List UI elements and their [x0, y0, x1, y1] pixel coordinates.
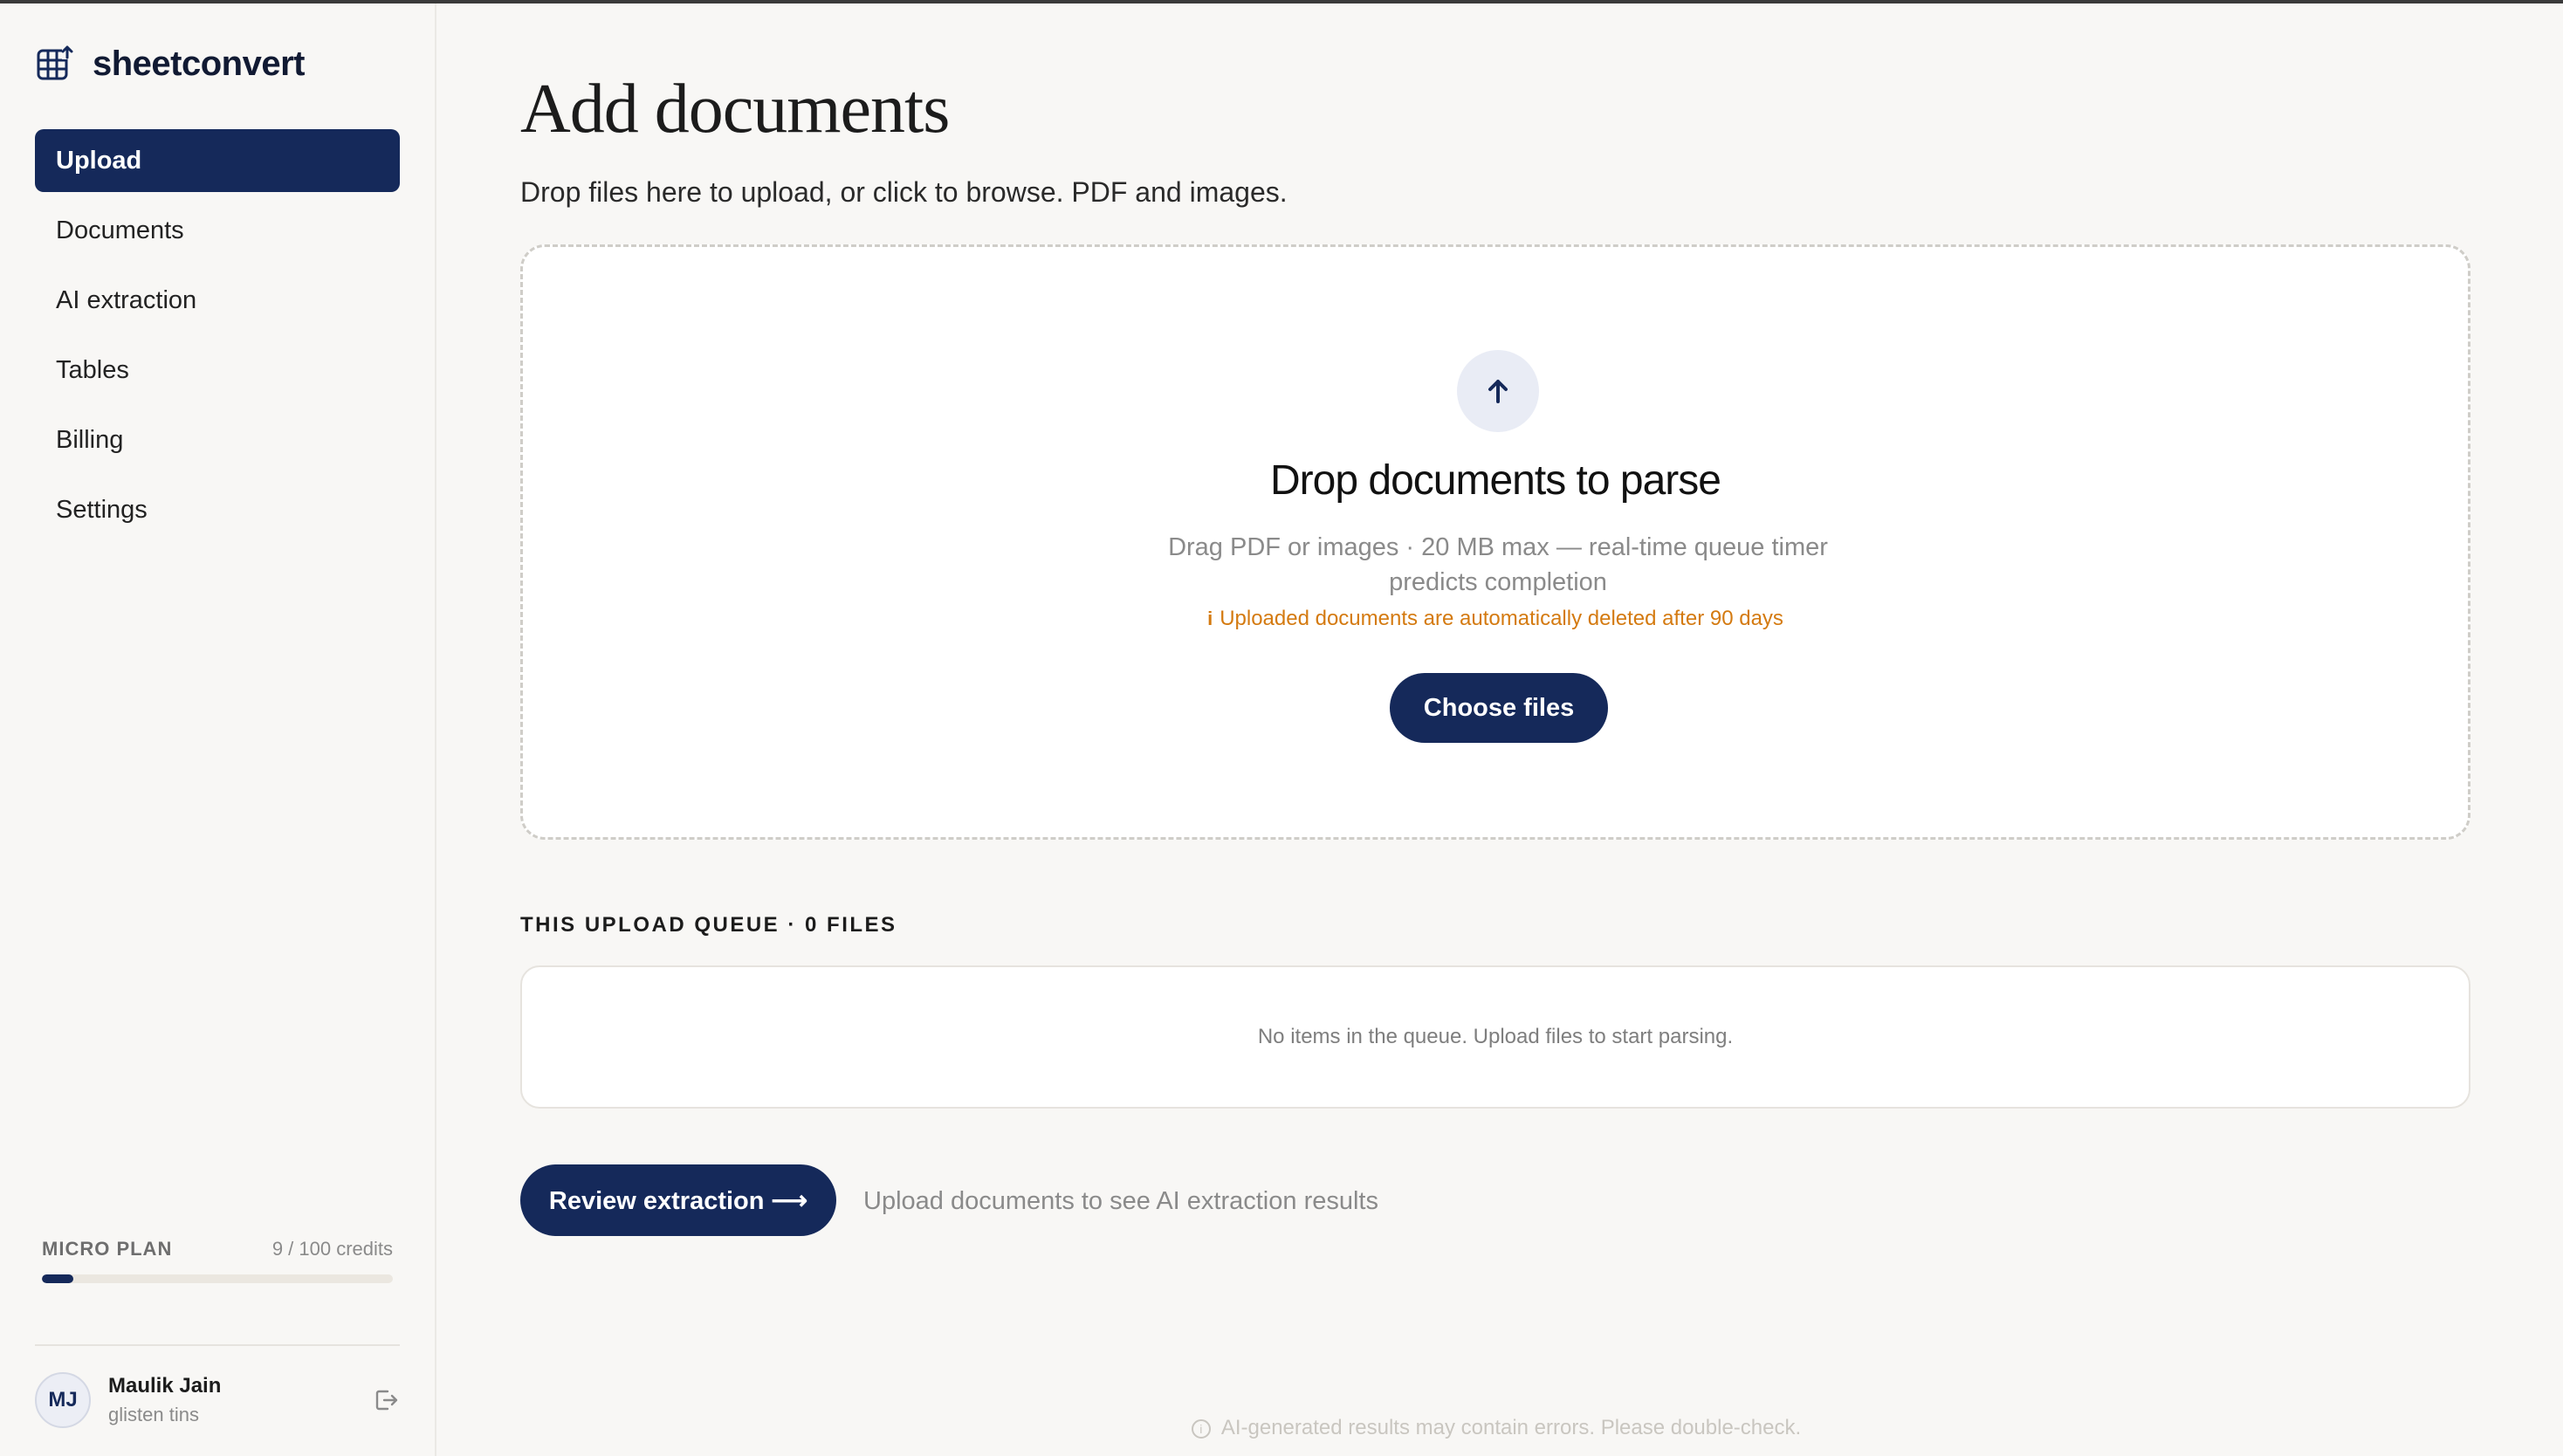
dropzone-description: Drag PDF or images · 20 MB max — real-ti…: [1168, 533, 1828, 596]
info-circle-icon: i: [1191, 1419, 1211, 1439]
page-subtitle: Drop files here to upload, or click to b…: [520, 176, 1288, 208]
sidebar-item-upload[interactable]: Upload: [35, 129, 400, 192]
dropzone-title: Drop documents to parse: [1270, 457, 1721, 504]
sidebar-nav: Upload Documents AI extraction Tables Bi…: [35, 129, 400, 548]
info-icon: i: [1207, 608, 1213, 629]
review-hint: Upload documents to see AI extraction re…: [863, 1187, 1378, 1215]
retention-warning: i Uploaded documents are automatically de…: [523, 607, 2468, 631]
sidebar-item-documents[interactable]: Documents: [35, 199, 400, 262]
file-dropzone[interactable]: Drop documents to parse Drag PDF or imag…: [520, 244, 2470, 840]
sidebar-item-ai-extraction[interactable]: AI extraction: [35, 269, 400, 332]
review-extraction-button[interactable]: Review extraction ⟶: [520, 1164, 836, 1236]
grid-upload-icon: [35, 44, 75, 84]
sidebar-divider: [35, 1344, 400, 1346]
credits-progress-bar: [42, 1274, 393, 1283]
user-profile: MJ Maulik Jain glisten tins: [35, 1372, 400, 1428]
ai-disclaimer-text: AI-generated results may contain errors.…: [1220, 1416, 1802, 1439]
user-subtitle: glisten tins: [108, 1404, 199, 1425]
ai-disclaimer: i AI-generated results may contain errors…: [520, 1416, 2472, 1440]
sidebar-item-settings[interactable]: Settings: [35, 478, 400, 541]
arrow-up-icon: [1457, 350, 1539, 432]
queue-empty-message: No items in the queue. Upload files to s…: [1257, 1025, 1734, 1048]
user-name: Maulik Jain: [108, 1374, 222, 1398]
sidebar: sheetconvert Upload Documents AI extract…: [0, 3, 436, 1456]
logout-icon[interactable]: [372, 1386, 400, 1414]
choose-files-button[interactable]: Choose files: [1390, 673, 1608, 743]
page-title: Add documents: [520, 71, 950, 148]
brand[interactable]: sheetconvert: [35, 44, 305, 84]
sidebar-item-billing[interactable]: Billing: [35, 409, 400, 471]
credits-progress-fill: [42, 1274, 74, 1283]
retention-warning-text: Uploaded documents are automatically del…: [1220, 607, 1783, 630]
plan-credits: 9 / 100 credits: [271, 1238, 393, 1260]
user-info: Maulik Jain glisten tins: [108, 1374, 221, 1426]
sidebar-item-tables[interactable]: Tables: [35, 339, 400, 402]
app-name: sheetconvert: [93, 44, 305, 83]
upload-queue-label: THIS UPLOAD QUEUE · 0 FILES: [520, 913, 897, 937]
upload-queue: No items in the queue. Upload files to s…: [520, 965, 2470, 1109]
plan-name: MICRO PLAN: [42, 1238, 173, 1260]
avatar[interactable]: MJ: [35, 1372, 91, 1428]
plan-usage: MICRO PLAN 9 / 100 credits: [42, 1238, 393, 1283]
